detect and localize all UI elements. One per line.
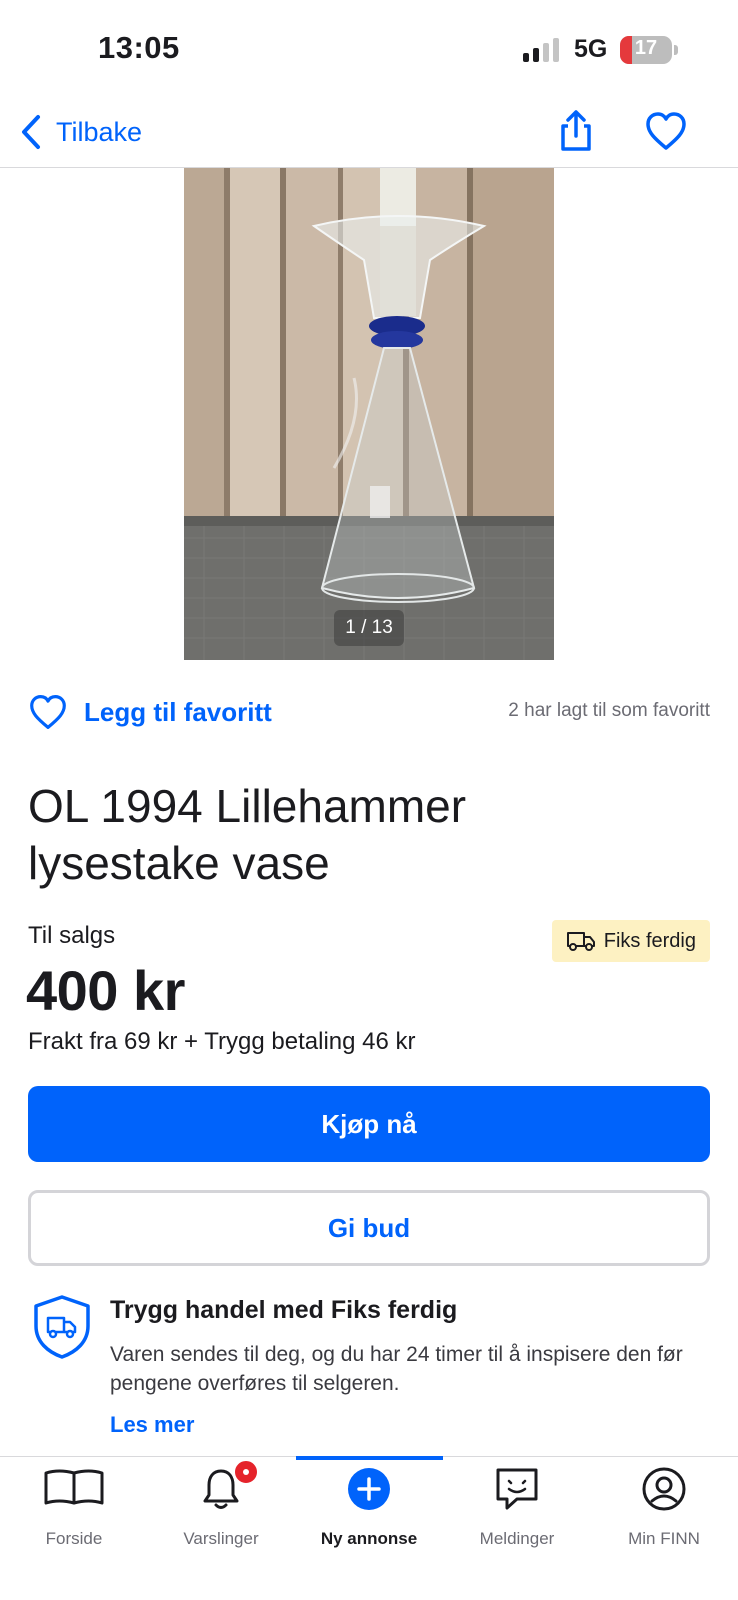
bid-button[interactable]: Gi bud — [28, 1190, 710, 1266]
price: 400 kr — [26, 959, 185, 1022]
battery-level: 17 — [634, 37, 658, 59]
notification-badge — [232, 1458, 260, 1486]
info-text: Varen sendes til deg, og du har 24 timer… — [110, 1343, 683, 1395]
tab-ny-annonse-label: Ny annonse — [320, 1529, 418, 1548]
info-title: Trygg handel med Fiks ferdig — [110, 1296, 458, 1324]
battery-icon: 17 — [620, 36, 672, 64]
add-favorite-button[interactable]: Legg til favoritt — [28, 690, 272, 734]
tab-meldinger[interactable]: Meldinger — [443, 1457, 591, 1567]
plus-circle-icon — [348, 1468, 390, 1510]
tab-forside[interactable]: Forside — [0, 1457, 148, 1567]
tab-min-finn[interactable]: Min FINN — [590, 1457, 738, 1567]
read-more-link[interactable]: Les mer — [110, 1412, 194, 1438]
vase-photo-image — [184, 168, 554, 660]
status-time: 13:05 — [98, 30, 180, 65]
network-type: 5G — [574, 35, 608, 63]
heart-outline-icon — [30, 695, 66, 729]
truck-icon — [566, 932, 595, 951]
tab-min-finn-label: Min FINN — [628, 1529, 700, 1548]
profile-icon — [642, 1467, 686, 1511]
signal-icon — [523, 38, 563, 62]
favorite-button[interactable] — [644, 110, 688, 152]
fiks-ferdig-label: Fiks ferdig — [603, 929, 696, 952]
buy-now-button[interactable]: Kjøp nå — [28, 1086, 710, 1162]
nav-header: Tilbake — [0, 100, 738, 168]
fiks-ferdig-badge: Fiks ferdig — [551, 920, 710, 962]
listing-title: OL 1994 Lillehammer lysestake vase — [28, 780, 467, 889]
photo-counter: 1 / 13 — [334, 610, 404, 646]
share-icon — [561, 110, 591, 151]
back-label: Tilbake — [56, 116, 143, 147]
status-bar: 13:05 5G 17 — [0, 0, 738, 100]
share-button[interactable] — [556, 108, 596, 152]
chat-icon — [496, 1468, 538, 1510]
tab-meldinger-label: Meldinger — [479, 1529, 555, 1548]
back-button[interactable]: Tilbake — [20, 112, 142, 152]
book-icon — [44, 1469, 104, 1505]
heart-icon — [646, 112, 686, 150]
listing-photo[interactable] — [184, 168, 554, 660]
add-favorite-label: Legg til favoritt — [84, 696, 272, 727]
tab-varslinger-label: Varslinger — [183, 1529, 259, 1548]
favorite-count: 2 har lagt til som favoritt — [508, 700, 710, 721]
sale-status: Til salgs — [28, 922, 116, 949]
tab-ny-annonse[interactable]: Ny annonse — [295, 1457, 443, 1567]
shield-truck-icon — [34, 1295, 90, 1359]
chevron-left-icon — [22, 115, 40, 149]
shipping-info: Frakt fra 69 kr + Trygg betaling 46 kr — [28, 1028, 416, 1055]
tab-forside-label: Forside — [45, 1529, 103, 1548]
tab-varslinger[interactable]: Varslinger — [147, 1457, 295, 1567]
battery-tip — [674, 45, 678, 55]
bottom-tab-bar: Forside Varslinger Ny annonse Meldinger … — [0, 1456, 738, 1600]
